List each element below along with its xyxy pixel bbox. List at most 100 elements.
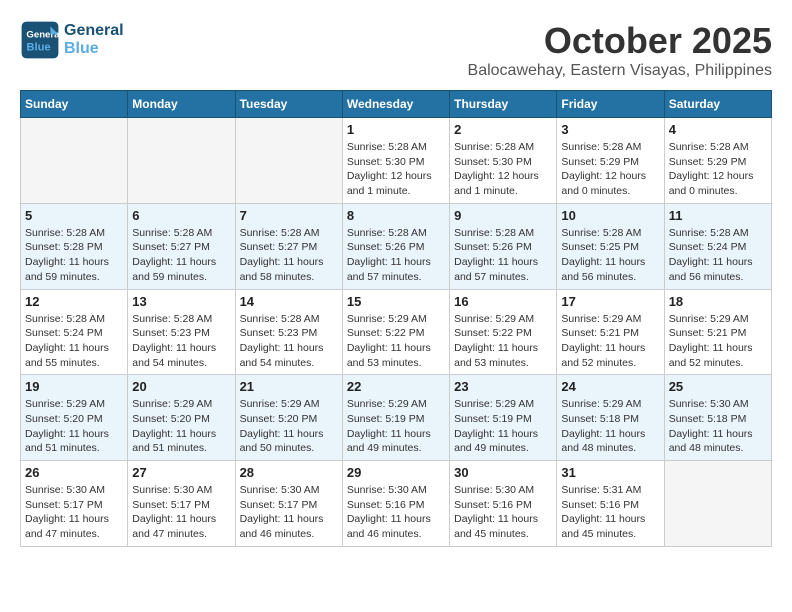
weekday-header-cell: Monday xyxy=(128,91,235,118)
calendar-week-row: 5Sunrise: 5:28 AM Sunset: 5:28 PM Daylig… xyxy=(21,203,772,289)
day-number: 8 xyxy=(347,208,445,223)
day-number: 3 xyxy=(561,122,659,137)
day-number: 31 xyxy=(561,465,659,480)
calendar-cell: 25 Sunrise: 5:30 AM Sunset: 5:18 PM Dayli… xyxy=(664,375,771,461)
day-info: Sunrise: 5:29 AM Sunset: 5:21 PM Dayligh… xyxy=(669,312,767,371)
day-number: 20 xyxy=(132,379,230,394)
day-info: Sunrise: 5:28 AM Sunset: 5:25 PM Dayligh… xyxy=(561,226,659,285)
day-info: Sunrise: 5:28 AM Sunset: 5:29 PM Dayligh… xyxy=(561,140,659,199)
calendar-cell: 1 Sunrise: 5:28 AM Sunset: 5:30 PM Daylig… xyxy=(342,118,449,204)
day-info: Sunrise: 5:29 AM Sunset: 5:20 PM Dayligh… xyxy=(132,397,230,456)
day-info: Sunrise: 5:30 AM Sunset: 5:17 PM Dayligh… xyxy=(240,483,338,542)
day-info: Sunrise: 5:28 AM Sunset: 5:26 PM Dayligh… xyxy=(347,226,445,285)
calendar-cell: 2Sunrise: 5:28 AM Sunset: 5:30 PM Daylig… xyxy=(450,118,557,204)
weekday-header-cell: Thursday xyxy=(450,91,557,118)
logo-line1: General xyxy=(64,22,124,40)
day-number: 19 xyxy=(25,379,123,394)
calendar-cell: 3 Sunrise: 5:28 AM Sunset: 5:29 PM Daylig… xyxy=(557,118,664,204)
day-info: Sunrise: 5:29 AM Sunset: 5:18 PM Dayligh… xyxy=(561,397,659,456)
calendar-week-row: 12Sunrise: 5:28 AM Sunset: 5:24 PM Dayli… xyxy=(21,289,772,375)
title-area: October 2025 Balocawehay, Eastern Visaya… xyxy=(468,20,772,80)
calendar-cell: 26Sunrise: 5:30 AM Sunset: 5:17 PM Dayli… xyxy=(21,461,128,547)
calendar-cell: 14 Sunrise: 5:28 AM Sunset: 5:23 PM Dayli… xyxy=(235,289,342,375)
day-info: Sunrise: 5:31 AM Sunset: 5:16 PM Dayligh… xyxy=(561,483,659,542)
day-number: 22 xyxy=(347,379,445,394)
day-number: 6 xyxy=(132,208,230,223)
calendar-cell: 21Sunrise: 5:29 AM Sunset: 5:20 PM Dayli… xyxy=(235,375,342,461)
day-info: Sunrise: 5:29 AM Sunset: 5:22 PM Dayligh… xyxy=(347,312,445,371)
calendar-cell: 6Sunrise: 5:28 AM Sunset: 5:27 PM Daylig… xyxy=(128,203,235,289)
day-number: 10 xyxy=(561,208,659,223)
calendar-cell: 18 Sunrise: 5:29 AM Sunset: 5:21 PM Dayli… xyxy=(664,289,771,375)
day-info: Sunrise: 5:28 AM Sunset: 5:23 PM Dayligh… xyxy=(240,312,338,371)
day-number: 15 xyxy=(347,294,445,309)
location-subtitle: Balocawehay, Eastern Visayas, Philippine… xyxy=(468,62,772,80)
day-info: Sunrise: 5:30 AM Sunset: 5:16 PM Dayligh… xyxy=(454,483,552,542)
calendar-cell: 16Sunrise: 5:29 AM Sunset: 5:22 PM Dayli… xyxy=(450,289,557,375)
calendar-cell: 10 Sunrise: 5:28 AM Sunset: 5:25 PM Dayli… xyxy=(557,203,664,289)
day-info: Sunrise: 5:28 AM Sunset: 5:28 PM Dayligh… xyxy=(25,226,123,285)
day-info: Sunrise: 5:30 AM Sunset: 5:18 PM Dayligh… xyxy=(669,397,767,456)
day-number: 17 xyxy=(561,294,659,309)
day-number: 16 xyxy=(454,294,552,309)
weekday-header-cell: Tuesday xyxy=(235,91,342,118)
day-number: 28 xyxy=(240,465,338,480)
logo-line2: Blue xyxy=(64,40,124,58)
calendar-cell: 15 Sunrise: 5:29 AM Sunset: 5:22 PM Dayli… xyxy=(342,289,449,375)
calendar-cell: 13 Sunrise: 5:28 AM Sunset: 5:23 PM Dayli… xyxy=(128,289,235,375)
day-info: Sunrise: 5:28 AM Sunset: 5:27 PM Dayligh… xyxy=(240,226,338,285)
month-title: October 2025 xyxy=(468,20,772,62)
header: General Blue General Blue October 2025 B… xyxy=(20,20,772,80)
day-number: 11 xyxy=(669,208,767,223)
day-info: Sunrise: 5:28 AM Sunset: 5:30 PM Dayligh… xyxy=(347,140,445,199)
day-number: 24 xyxy=(561,379,659,394)
day-number: 25 xyxy=(669,379,767,394)
day-info: Sunrise: 5:29 AM Sunset: 5:21 PM Dayligh… xyxy=(561,312,659,371)
day-info: Sunrise: 5:28 AM Sunset: 5:29 PM Dayligh… xyxy=(669,140,767,199)
day-info: Sunrise: 5:28 AM Sunset: 5:24 PM Dayligh… xyxy=(25,312,123,371)
day-number: 1 xyxy=(347,122,445,137)
calendar-cell: 28 Sunrise: 5:30 AM Sunset: 5:17 PM Dayli… xyxy=(235,461,342,547)
logo-text: General Blue xyxy=(64,22,124,58)
day-info: Sunrise: 5:28 AM Sunset: 5:23 PM Dayligh… xyxy=(132,312,230,371)
weekday-header-cell: Friday xyxy=(557,91,664,118)
day-number: 9 xyxy=(454,208,552,223)
calendar-cell: 24 Sunrise: 5:29 AM Sunset: 5:18 PM Dayli… xyxy=(557,375,664,461)
calendar-cell: 23Sunrise: 5:29 AM Sunset: 5:19 PM Dayli… xyxy=(450,375,557,461)
day-info: Sunrise: 5:28 AM Sunset: 5:26 PM Dayligh… xyxy=(454,226,552,285)
weekday-header-cell: Wednesday xyxy=(342,91,449,118)
calendar-cell: 22Sunrise: 5:29 AM Sunset: 5:19 PM Dayli… xyxy=(342,375,449,461)
calendar-cell: 20 Sunrise: 5:29 AM Sunset: 5:20 PM Dayli… xyxy=(128,375,235,461)
calendar-week-row: 26Sunrise: 5:30 AM Sunset: 5:17 PM Dayli… xyxy=(21,461,772,547)
calendar-cell: 9 Sunrise: 5:28 AM Sunset: 5:26 PM Daylig… xyxy=(450,203,557,289)
day-info: Sunrise: 5:30 AM Sunset: 5:16 PM Dayligh… xyxy=(347,483,445,542)
day-number: 14 xyxy=(240,294,338,309)
day-info: Sunrise: 5:28 AM Sunset: 5:24 PM Dayligh… xyxy=(669,226,767,285)
day-info: Sunrise: 5:29 AM Sunset: 5:19 PM Dayligh… xyxy=(454,397,552,456)
calendar-cell: 11 Sunrise: 5:28 AM Sunset: 5:24 PM Dayli… xyxy=(664,203,771,289)
calendar-table: SundayMondayTuesdayWednesdayThursdayFrid… xyxy=(20,90,772,547)
day-number: 18 xyxy=(669,294,767,309)
day-number: 7 xyxy=(240,208,338,223)
calendar-cell xyxy=(235,118,342,204)
calendar-cell: 30 Sunrise: 5:30 AM Sunset: 5:16 PM Dayli… xyxy=(450,461,557,547)
day-number: 13 xyxy=(132,294,230,309)
weekday-header-row: SundayMondayTuesdayWednesdayThursdayFrid… xyxy=(21,91,772,118)
calendar-cell: 8 Sunrise: 5:28 AM Sunset: 5:26 PM Daylig… xyxy=(342,203,449,289)
calendar-cell: 12Sunrise: 5:28 AM Sunset: 5:24 PM Dayli… xyxy=(21,289,128,375)
calendar-week-row: 1 Sunrise: 5:28 AM Sunset: 5:30 PM Daylig… xyxy=(21,118,772,204)
day-info: Sunrise: 5:29 AM Sunset: 5:20 PM Dayligh… xyxy=(240,397,338,456)
calendar-cell: 31 Sunrise: 5:31 AM Sunset: 5:16 PM Dayli… xyxy=(557,461,664,547)
day-number: 27 xyxy=(132,465,230,480)
day-info: Sunrise: 5:30 AM Sunset: 5:17 PM Dayligh… xyxy=(132,483,230,542)
calendar-cell: 19Sunrise: 5:29 AM Sunset: 5:20 PM Dayli… xyxy=(21,375,128,461)
day-number: 29 xyxy=(347,465,445,480)
calendar-cell: 4 Sunrise: 5:28 AM Sunset: 5:29 PM Daylig… xyxy=(664,118,771,204)
logo: General Blue General Blue xyxy=(20,20,124,60)
calendar-cell xyxy=(664,461,771,547)
day-number: 4 xyxy=(669,122,767,137)
calendar-cell: 27 Sunrise: 5:30 AM Sunset: 5:17 PM Dayli… xyxy=(128,461,235,547)
calendar-body: 1 Sunrise: 5:28 AM Sunset: 5:30 PM Daylig… xyxy=(21,118,772,547)
calendar-cell: 17 Sunrise: 5:29 AM Sunset: 5:21 PM Dayli… xyxy=(557,289,664,375)
day-number: 30 xyxy=(454,465,552,480)
